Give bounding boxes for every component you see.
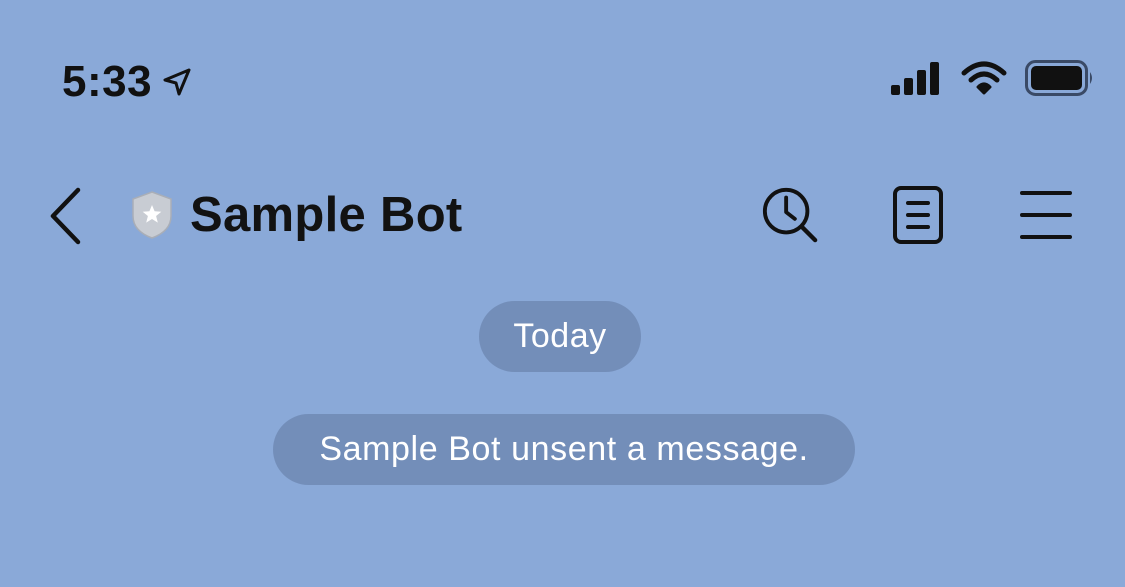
status-time: 5:33	[62, 57, 153, 106]
menu-button[interactable]	[1017, 183, 1075, 247]
chevron-left-icon	[50, 187, 81, 245]
battery-icon	[1025, 60, 1095, 101]
notes-icon	[893, 186, 943, 244]
chat-title-group[interactable]: Sample Bot	[130, 187, 463, 243]
shield-star-icon	[130, 190, 174, 240]
status-icons	[891, 60, 1095, 101]
system-message: Sample Bot unsent a message.	[273, 414, 855, 485]
menu-icon	[1020, 191, 1072, 239]
chat-area: Today Sample Bot unsent a message.	[0, 290, 1125, 587]
search-history-button[interactable]	[761, 183, 819, 247]
search-history-icon	[762, 187, 818, 243]
date-separator: Today	[479, 301, 641, 372]
wifi-icon	[961, 61, 1007, 100]
header-actions	[761, 183, 1075, 247]
status-time-group: 5:33	[62, 54, 192, 110]
chat-title: Sample Bot	[190, 188, 463, 242]
back-button[interactable]	[40, 185, 90, 247]
chat-header: Sample Bot	[0, 165, 1125, 265]
notes-button[interactable]	[889, 183, 947, 247]
location-arrow-icon	[162, 67, 192, 97]
status-bar: 5:33	[0, 0, 1125, 150]
cellular-signal-icon	[891, 61, 943, 100]
